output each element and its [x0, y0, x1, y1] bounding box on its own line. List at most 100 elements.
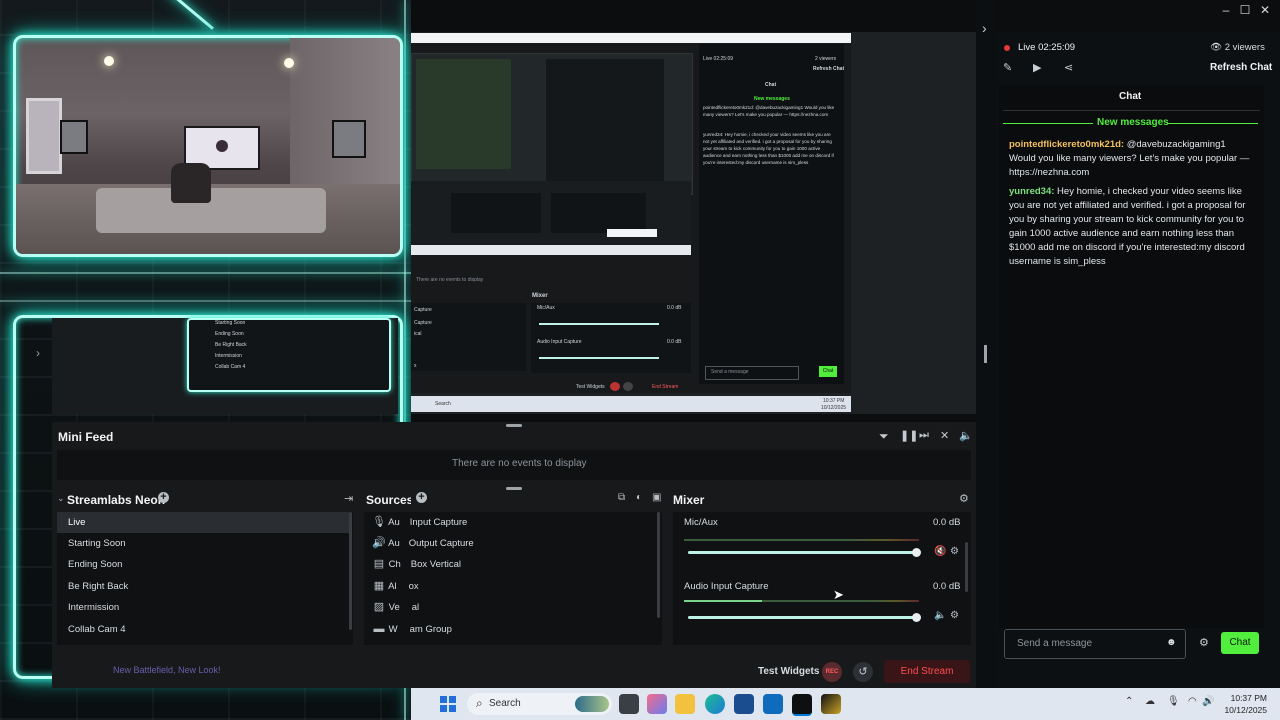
- nested-live: Live 02:25:09: [703, 56, 734, 62]
- minimize-icon[interactable]: –: [1218, 2, 1234, 18]
- source-item[interactable]: ▨ Ve al: [364, 597, 662, 618]
- volume-slider-knob[interactable]: [912, 613, 921, 622]
- ceiling-light: [104, 56, 114, 66]
- mixer-panel: Mic/Aux 0.0 dB 🔇 ⚙ Audio Input Capture 0…: [673, 512, 971, 645]
- source-item[interactable]: ▬ Wam Group: [364, 619, 662, 640]
- speaker-icon[interactable]: 🔈: [934, 610, 946, 621]
- end-stream-button[interactable]: End Stream: [884, 660, 970, 683]
- add-scene-icon[interactable]: +: [158, 492, 169, 503]
- taskbar-time[interactable]: 10:37 PM: [1223, 693, 1267, 703]
- emoji-icon[interactable]: ☻: [1166, 637, 1177, 648]
- sources-list: 🎙 Au Input Capture 🔊 Au Output Capture ▤ C…: [364, 512, 662, 645]
- replay-buffer-icon[interactable]: ↺: [853, 662, 873, 682]
- file-explorer-icon[interactable]: [675, 694, 695, 714]
- chevron-right-icon[interactable]: ›: [36, 346, 40, 360]
- mute-alerts-icon[interactable]: ✕: [940, 429, 949, 442]
- nested-audio-input: Audio Input Capture: [537, 339, 582, 345]
- nested-new-messages: New messages: [754, 96, 790, 102]
- volume-slider[interactable]: [688, 616, 916, 619]
- volume-icon[interactable]: 🔊: [1202, 696, 1214, 707]
- source-label: W: [388, 624, 398, 635]
- camera-icon[interactable]: ▶: [1033, 61, 1041, 74]
- microphone-icon[interactable]: 🎙: [1167, 696, 1180, 707]
- scene-item-starting-soon[interactable]: Starting Soon: [57, 533, 349, 554]
- outlook-icon[interactable]: [763, 694, 783, 714]
- mixer-settings-gear-icon[interactable]: ⚙: [959, 492, 969, 505]
- chevron-up-icon[interactable]: ⌃: [1125, 696, 1133, 707]
- source-item[interactable]: ▦ Al ox: [364, 576, 662, 597]
- chat-settings-gear-icon[interactable]: ⚙: [1199, 636, 1209, 649]
- chat-send-button[interactable]: Chat: [1221, 632, 1259, 654]
- chevron-right-icon[interactable]: ›: [982, 20, 987, 36]
- folder-icon[interactable]: ▣: [652, 492, 661, 503]
- record-button[interactable]: REC: [822, 662, 842, 682]
- scene-item-live[interactable]: Live: [57, 512, 349, 533]
- new-messages-line: [1003, 123, 1093, 124]
- cloud-icon[interactable]: ☁: [1145, 696, 1155, 707]
- source-visibility-icon[interactable]: ◐: [636, 492, 642, 503]
- filter-icon[interactable]: ⏷: [879, 429, 889, 444]
- maximize-icon[interactable]: ☐: [1237, 2, 1253, 18]
- store-icon[interactable]: [734, 694, 754, 714]
- chevron-down-icon[interactable]: ⌄: [57, 493, 65, 504]
- source-item[interactable]: ▤ Ch Box Vertical: [364, 554, 662, 575]
- chat-username[interactable]: yunred34:: [1009, 186, 1054, 197]
- ceiling-light: [284, 58, 294, 68]
- search-highlight-icon: [575, 696, 609, 712]
- edge-icon[interactable]: [705, 694, 725, 714]
- mixer-scrollbar[interactable]: [965, 542, 968, 592]
- volume-slider-knob[interactable]: [912, 548, 921, 557]
- resize-handle[interactable]: [506, 424, 522, 427]
- resize-handle[interactable]: [984, 345, 987, 363]
- sources-scrollbar[interactable]: [657, 512, 660, 618]
- chat-username[interactable]: pointedflickereto0mk21d:: [1009, 139, 1124, 150]
- wifi-icon[interactable]: ◠: [1188, 696, 1197, 707]
- scene-transitions-icon[interactable]: ⇥: [344, 492, 353, 505]
- source-item[interactable]: 🔊 Au Output Capture: [364, 533, 662, 554]
- taskbar-search-box[interactable]: ⌕ Search: [467, 693, 612, 715]
- viewers-count: 👁 2 viewers: [1210, 42, 1265, 53]
- scenes-list: Live Starting Soon Ending Soon Be Right …: [57, 512, 353, 645]
- source-label: am Group: [409, 624, 452, 635]
- share-icon[interactable]: ⋖: [1064, 61, 1073, 74]
- scenes-scrollbar[interactable]: [349, 512, 352, 630]
- mixer-title: Mixer: [673, 493, 705, 507]
- taskbar-search-label: Search: [489, 698, 521, 709]
- resize-handle[interactable]: [506, 487, 522, 490]
- skip-icon[interactable]: ⏭: [919, 429, 929, 442]
- volume-icon[interactable]: 🔈: [959, 429, 973, 442]
- mute-icon[interactable]: 🔇: [934, 546, 946, 557]
- taskbar-date[interactable]: 10/12/2025: [1219, 705, 1267, 715]
- volume-slider[interactable]: [688, 551, 916, 554]
- add-source-icon[interactable]: +: [416, 492, 427, 503]
- test-widgets-button[interactable]: Test Widgets: [758, 666, 819, 677]
- task-view-icon[interactable]: [619, 694, 639, 714]
- gear-icon[interactable]: ⚙: [950, 610, 959, 621]
- chat-input-placeholder: Send a message: [1017, 638, 1093, 649]
- chat-input[interactable]: Send a message ☻: [1004, 629, 1186, 659]
- source-group-icon[interactable]: ⧉: [618, 492, 625, 503]
- source-item[interactable]: 🎙 Au Input Capture: [364, 512, 662, 533]
- room-window: [26, 98, 62, 174]
- mixer-channel-db: 0.0 dB: [933, 581, 961, 592]
- scene-item-intermission[interactable]: Intermission: [57, 597, 349, 618]
- battlefield-icon[interactable]: [821, 694, 841, 714]
- nested-scene: Be Right Back: [215, 342, 247, 348]
- pause-icon[interactable]: ❚❚: [900, 429, 918, 442]
- streamlabs-icon[interactable]: [792, 694, 812, 716]
- scene-item-ending-soon[interactable]: Ending Soon: [57, 554, 349, 575]
- source-label: Au: [388, 517, 400, 528]
- scene-collection-title[interactable]: Streamlabs Neon: [67, 493, 165, 507]
- scene-item-collab-cam-4[interactable]: Collab Cam 4: [57, 619, 349, 640]
- mixer-channel-name: Audio Input Capture: [684, 581, 769, 592]
- nested-source: Capture: [414, 307, 432, 313]
- news-banner[interactable]: New Battlefield, New Look!: [113, 665, 221, 675]
- refresh-chat-button[interactable]: Refresh Chat: [1210, 62, 1272, 73]
- nested-audio-db: 0.0 dB: [667, 339, 682, 345]
- gear-icon[interactable]: ⚙: [950, 546, 959, 557]
- close-icon[interactable]: ✕: [1257, 2, 1273, 18]
- scene-item-be-right-back[interactable]: Be Right Back: [57, 576, 349, 597]
- pencil-icon[interactable]: ✎: [1003, 61, 1012, 74]
- windows-start-icon[interactable]: [440, 696, 456, 712]
- copilot-icon[interactable]: [647, 694, 667, 714]
